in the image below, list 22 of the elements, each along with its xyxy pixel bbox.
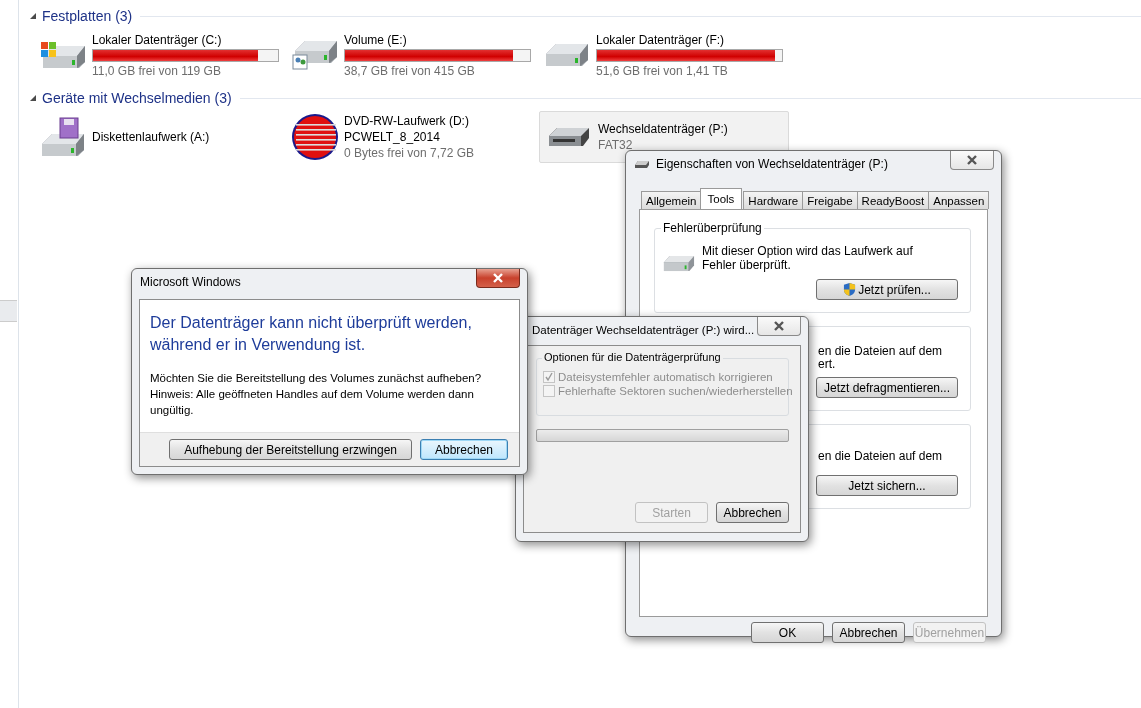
group-description: en die Dateien auf dem [818, 449, 943, 463]
drive-name: Diskettenlaufwerk (A:) [92, 130, 210, 144]
message-heading: Der Datenträger kann nicht überprüft werden, während er in Verwendung ist. [150, 313, 473, 355]
window-title: Datenträger Wechseldatenträger (P:) wird... [532, 324, 755, 336]
drive-info: 11,0 GB frei von 119 GB [92, 63, 222, 78]
drive-info: 51,6 GB frei von 1,41 TB [596, 63, 729, 78]
drive-name: DVD-RW-Laufwerk (D:) [344, 114, 470, 128]
drive-name: Lokaler Datenträger (F:) [596, 32, 726, 47]
drive-info: PCWELT_8_2014 [344, 130, 441, 144]
group-legend: Fehlerüberprüfung [661, 221, 764, 235]
group-description: ert. [818, 358, 837, 371]
window-title: Microsoft Windows [140, 275, 241, 289]
group-description: Mit dieser Option wird das Laufwerk auf Fehler überprüft. [702, 244, 914, 272]
message-text: Möchten Sie die Bereitstellung des Volumes zunächst aufheben? Hinweis: Alle geöffneten Handles auf dem Volume werden dann ungültig. [150, 371, 483, 418]
group-legend: Optionen für die Datenträgerprüfung [542, 351, 723, 363]
group-description: en die Dateien auf dem [818, 345, 943, 358]
drive-name: Wechseldatenträger (P:) [598, 122, 728, 136]
drive-name: Lokaler Datenträger (C:) [92, 32, 223, 47]
drive-info: FAT32 [598, 138, 634, 152]
drive-info: 0 Bytes frei von 7,72 GB [344, 146, 475, 160]
drive-info: 38,7 GB frei von 415 GB [344, 63, 476, 78]
drive-name: Volume (E:) [344, 32, 408, 47]
